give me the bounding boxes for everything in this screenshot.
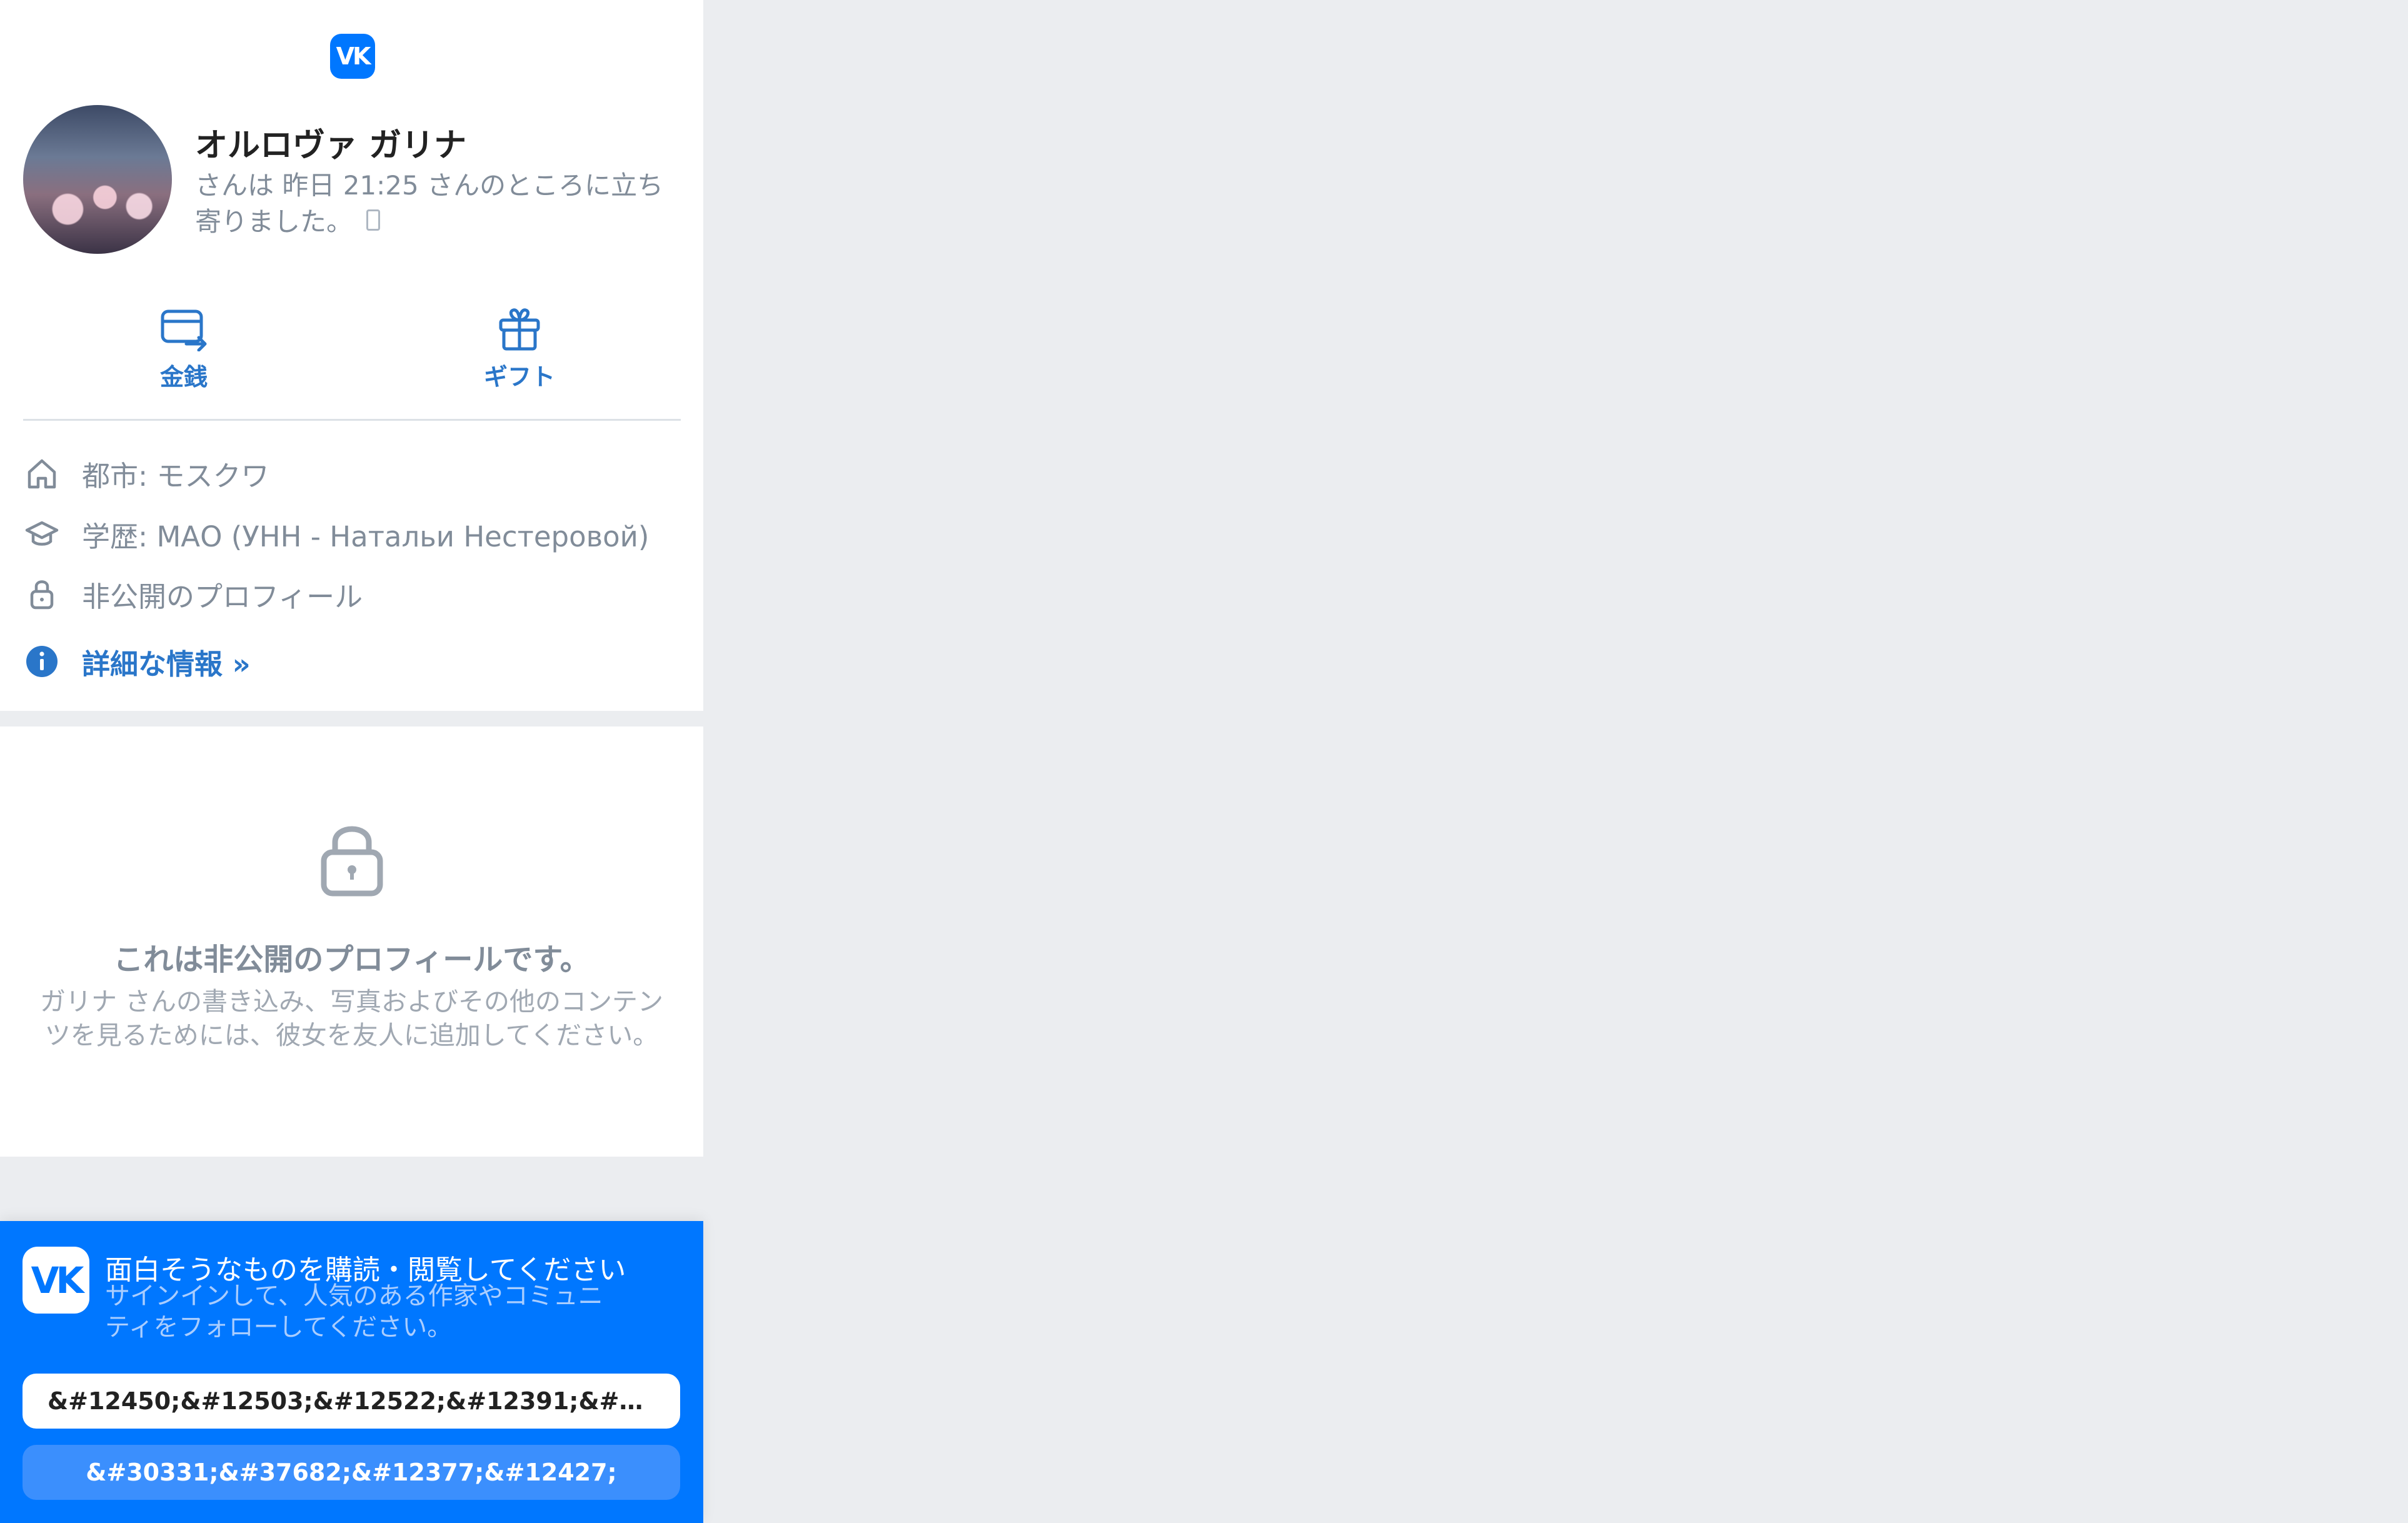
gift-button[interactable]: ギフト <box>444 306 594 392</box>
gift-label: ギフト <box>483 363 555 391</box>
private-profile-description: ガリナ さんの書き込み、写真およびその他のコンテンツを見るためには、彼女を友人に… <box>39 987 664 1050</box>
private-profile-title: これは非公開のプロフィールです。 <box>113 942 590 977</box>
info-education: 学歴: МАО (УНН - Натальи Нестеровой) <box>23 515 649 553</box>
avatar[interactable] <box>23 105 172 254</box>
lock-icon <box>23 575 61 613</box>
open-app-button[interactable]: &#12450;&#12503;&#12522;&#12391;&#38283;… <box>23 1374 680 1429</box>
graduation-cap-icon <box>23 515 61 553</box>
money-transfer-icon <box>161 309 207 351</box>
vk-logo: VK <box>23 1247 89 1314</box>
last-seen-status: さんは 昨日 21:25 さんのところに立ち寄りました。 <box>195 168 689 240</box>
money-transfer-button[interactable]: 金銭 <box>109 306 259 392</box>
profile-name: オルロヴァ ガリナ <box>195 127 467 164</box>
info-icon <box>23 643 61 680</box>
details-link[interactable]: 詳細な情報 » <box>23 643 251 681</box>
vk-logo[interactable]: VK <box>330 34 375 79</box>
info-city: 都市: モスクワ <box>23 455 269 493</box>
banner-subtitle: サインインして、人気のある作家やコミュニティをフォローしてください。 <box>105 1282 603 1342</box>
divider <box>23 419 681 421</box>
info-privacy: 非公開のプロフィール <box>23 575 363 613</box>
open-app-button-label: &#12450;&#12503;&#12522;&#12391;&#38283;… <box>48 1387 655 1415</box>
education-text: 学歴: МАО (УНН - Натальи Нестеровой) <box>82 520 650 553</box>
gift-icon <box>499 308 540 351</box>
lock-icon <box>320 822 384 900</box>
privacy-text: 非公開のプロフィール <box>82 580 363 613</box>
home-icon <box>23 455 61 492</box>
register-button[interactable]: &#30331;&#37682;&#12377;&#12427; <box>23 1445 680 1500</box>
banner-logo-text: VK <box>31 1259 84 1302</box>
register-button-label: &#30331;&#37682;&#12377;&#12427; <box>86 1459 617 1486</box>
details-link-text: 詳細な情報 » <box>82 647 251 681</box>
money-transfer-label: 金銭 <box>159 363 208 391</box>
city-text: 都市: モスクワ <box>82 459 269 493</box>
last-seen-text: さんは 昨日 21:25 さんのところに立ち寄りました。 <box>195 170 664 237</box>
phone-icon <box>366 209 381 231</box>
vk-logo-text: VK <box>336 43 371 70</box>
